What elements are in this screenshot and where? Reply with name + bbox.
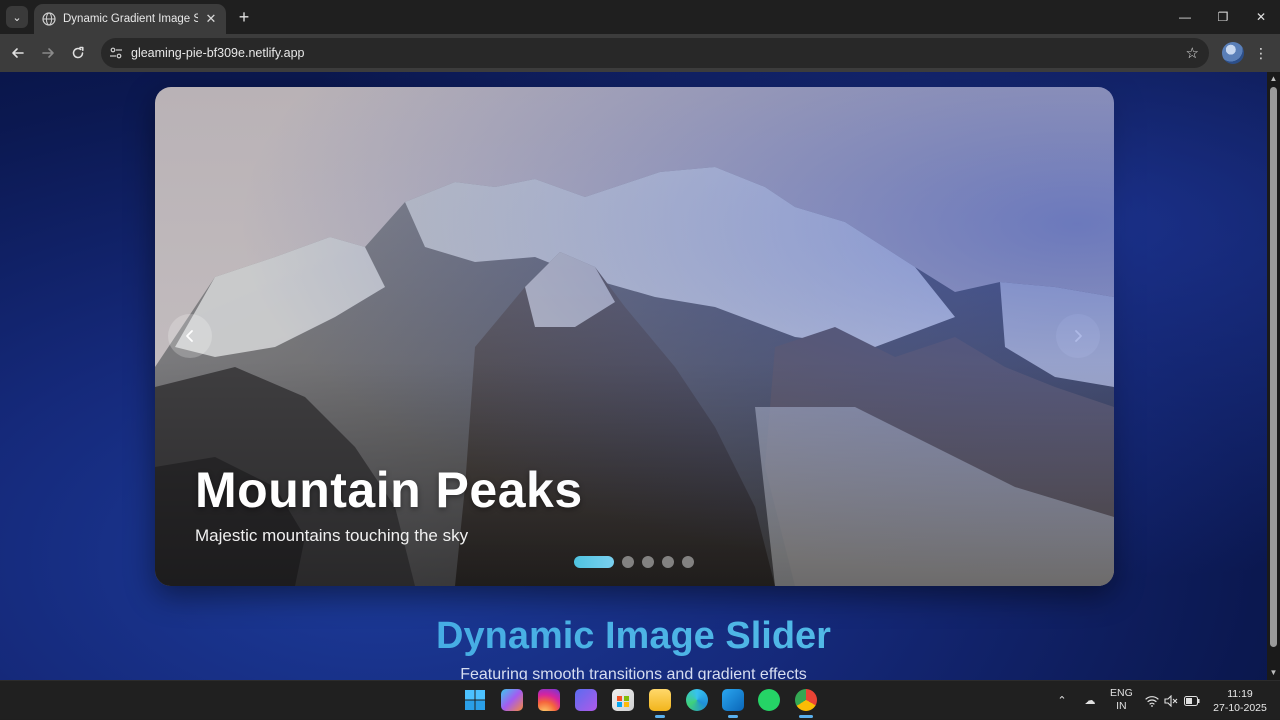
arrow-right-icon xyxy=(42,48,54,58)
chevron-up-icon[interactable]: ⌃ xyxy=(1054,681,1070,720)
slide-dot[interactable] xyxy=(682,556,694,568)
language-indicator[interactable]: ENG IN xyxy=(1110,687,1133,713)
language-region: IN xyxy=(1116,700,1127,712)
microsoft-store-icon[interactable] xyxy=(612,689,634,711)
profile-avatar[interactable] xyxy=(1222,42,1244,64)
system-clock[interactable]: 11:19 27-10-2025 xyxy=(1208,687,1272,715)
arrow-left-icon xyxy=(12,48,24,58)
clock-date: 27-10-2025 xyxy=(1213,702,1267,714)
back-button[interactable] xyxy=(7,42,29,64)
whatsapp-icon[interactable] xyxy=(758,689,780,711)
app-running-indicator xyxy=(728,715,738,718)
page-viewport: Mountain Peaks Majestic mountains touchi… xyxy=(0,72,1267,680)
start-icon[interactable] xyxy=(464,689,486,711)
chevron-down-icon[interactable]: ⌄ xyxy=(6,6,28,28)
star-icon[interactable]: ☆ xyxy=(1186,44,1199,62)
new-tab-button[interactable]: + xyxy=(234,7,254,27)
scroll-down-icon[interactable]: ▼ xyxy=(1269,668,1278,678)
app-active-indicator xyxy=(799,715,813,718)
clipchamp-icon[interactable] xyxy=(575,689,597,711)
prev-slide-button[interactable] xyxy=(168,314,212,358)
tab-close-button[interactable]: ✕ xyxy=(204,11,218,27)
app-running-indicator xyxy=(655,715,665,718)
scroll-up-icon[interactable]: ▲ xyxy=(1269,74,1278,84)
slide-dot[interactable] xyxy=(662,556,674,568)
slide-dot[interactable] xyxy=(622,556,634,568)
slide-dot-active[interactable] xyxy=(574,556,614,568)
slide-title: Mountain Peaks xyxy=(195,462,583,518)
windows-taskbar: ⌃ ☁ ENG IN 11:19 27-10-2025 xyxy=(0,680,1280,719)
onedrive-icon[interactable]: ☁ xyxy=(1080,681,1100,720)
vscode-icon[interactable] xyxy=(722,689,744,711)
maximize-button[interactable]: ❐ xyxy=(1204,0,1242,34)
close-window-button[interactable]: ✕ xyxy=(1242,0,1280,34)
next-slide-button[interactable] xyxy=(1056,314,1100,358)
battery-icon[interactable] xyxy=(1183,681,1201,720)
reload-icon xyxy=(72,46,84,59)
volume-muted-icon[interactable] xyxy=(1163,681,1179,720)
file-explorer-icon[interactable] xyxy=(649,689,671,711)
page-title: Dynamic Image Slider xyxy=(0,615,1267,658)
browser-tab-strip: ⌄ Dynamic Gradient Image Slider ✕ + — ❐ … xyxy=(0,0,1280,34)
url-text[interactable]: gleaming-pie-bf309e.netlify.app xyxy=(131,46,305,60)
forward-button[interactable] xyxy=(37,42,59,64)
chrome-icon[interactable] xyxy=(795,689,817,711)
slide-dot[interactable] xyxy=(642,556,654,568)
page-subtitle: Featuring smooth transitions and gradien… xyxy=(460,666,807,680)
browser-tab[interactable]: Dynamic Gradient Image Slider ✕ xyxy=(34,4,226,34)
site-info-icon[interactable] xyxy=(109,46,123,60)
slide-indicators xyxy=(574,556,694,568)
slide-description: Majestic mountains touching the sky xyxy=(195,526,469,545)
address-bar[interactable]: gleaming-pie-bf309e.netlify.app ☆ xyxy=(101,38,1209,68)
chevron-right-icon xyxy=(1075,330,1082,342)
edge-icon[interactable] xyxy=(686,689,708,711)
minimize-button[interactable]: — xyxy=(1166,0,1204,34)
instagram-icon[interactable] xyxy=(538,689,560,711)
chevron-left-icon xyxy=(186,330,193,342)
browser-toolbar: gleaming-pie-bf309e.netlify.app ☆ ⋮ xyxy=(0,34,1280,72)
scrollbar-thumb[interactable] xyxy=(1270,87,1277,647)
language-code: ENG xyxy=(1110,687,1133,699)
wifi-icon[interactable] xyxy=(1144,681,1160,720)
copilot-icon[interactable] xyxy=(501,689,523,711)
page-scrollbar[interactable]: ▲ ▼ xyxy=(1267,72,1280,680)
more-vertical-icon[interactable]: ⋮ xyxy=(1254,42,1268,64)
reload-button[interactable] xyxy=(67,42,89,64)
clock-time: 11:19 xyxy=(1227,688,1253,700)
image-slider: Mountain Peaks Majestic mountains touchi… xyxy=(155,87,1114,586)
tab-title: Dynamic Gradient Image Slider xyxy=(63,13,198,25)
globe-icon xyxy=(42,12,56,26)
